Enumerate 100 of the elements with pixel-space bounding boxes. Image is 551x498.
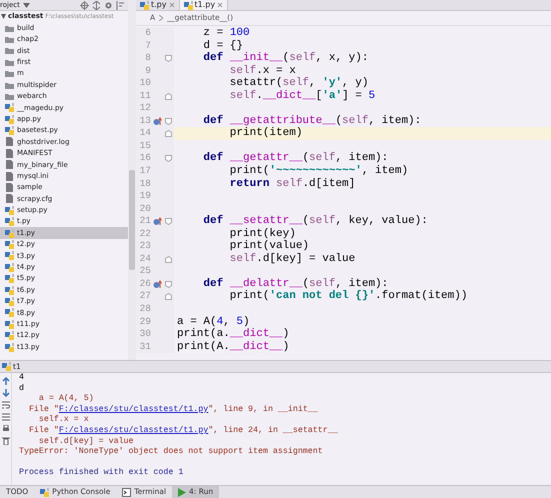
- console-line: a = A(4, 5): [38, 394, 95, 405]
- console-line: d: [19, 384, 25, 394]
- fold-icon[interactable]: [164, 92, 172, 100]
- code-line: print(value): [228, 240, 310, 253]
- python-file-icon: [5, 286, 14, 295]
- fold-icon[interactable]: [164, 280, 172, 288]
- fold-icon[interactable]: [164, 218, 172, 225]
- line-number: 31: [138, 340, 151, 354]
- code-line: print(A.__dict__): [176, 340, 290, 354]
- line-number: 29: [138, 316, 151, 328]
- fold-icon[interactable]: [164, 130, 172, 138]
- scroll-icon[interactable]: [2, 413, 10, 421]
- line-number: 24: [138, 252, 151, 266]
- code-line: setattr(self, 'y', y): [228, 77, 368, 90]
- python-file-icon: [5, 217, 14, 226]
- dropdown-icon[interactable]: [22, 2, 30, 8]
- line-number: 23: [138, 240, 151, 253]
- line-number: 18: [138, 178, 151, 190]
- python-file-icon: [5, 206, 14, 215]
- fold-icon[interactable]: [164, 293, 172, 300]
- line-number: 13: [138, 114, 151, 128]
- python-file-icon: [2, 362, 11, 371]
- fold-icon[interactable]: [164, 155, 172, 162]
- python-file-icon: [140, 0, 149, 10]
- line-number: 15: [138, 140, 151, 152]
- python-file-icon: [5, 342, 14, 352]
- python-icon: [40, 488, 50, 496]
- code-line: def __delattr__(self, item):: [202, 278, 388, 290]
- code-line: d = {}: [202, 40, 244, 52]
- code-line: def __init__(self, x, y):: [202, 52, 368, 65]
- python-file-icon: [5, 114, 14, 124]
- down-arrow-icon[interactable]: [2, 389, 10, 397]
- line-number: 7: [144, 40, 151, 52]
- code-line: def __getattr__(self, item):: [202, 152, 388, 165]
- override-icon[interactable]: [152, 280, 162, 289]
- code-line: a = A(4, 5): [176, 316, 250, 328]
- python-file-icon: [5, 251, 14, 260]
- line-number: 22: [138, 228, 151, 240]
- code-line: self.d[key] = value: [228, 252, 356, 266]
- console-line: self.d[key] = value: [38, 436, 135, 447]
- play-icon: [178, 488, 186, 496]
- python-file-icon: [5, 274, 14, 284]
- settings-icon[interactable]: [104, 0, 113, 10]
- console-line: File "F:/classes/stu/classtest/t1.py", line 9, in __init__: [28, 404, 319, 415]
- expand-icon[interactable]: [1, 14, 6, 20]
- hide-icon[interactable]: [116, 0, 125, 10]
- line-number: 17: [138, 165, 151, 178]
- fold-icon[interactable]: [164, 54, 172, 62]
- fold-icon[interactable]: [164, 118, 172, 125]
- line-number: 27: [138, 290, 151, 304]
- line-number: 19: [138, 190, 151, 203]
- override-icon[interactable]: [152, 216, 162, 226]
- terminal-icon: [122, 488, 132, 496]
- console-line: TypeError: 'NoneType' object does not support item assignment: [19, 447, 324, 458]
- python-file-icon: [5, 320, 14, 329]
- python-file-icon: [5, 240, 14, 249]
- file-link[interactable]: F:/classes/stu/classtest/t1.py: [58, 426, 208, 435]
- line-number: 11: [138, 90, 151, 102]
- code-line: print(item): [228, 127, 302, 140]
- up-arrow-icon[interactable]: [2, 377, 10, 385]
- fold-icon[interactable]: [164, 256, 172, 263]
- chevron-icon: [159, 15, 164, 21]
- python-file-icon: [5, 308, 14, 318]
- python-file-icon: [5, 228, 14, 238]
- close-icon[interactable]: [168, 2, 174, 8]
- line-number: 8: [144, 52, 151, 65]
- console-line: File "F:/classes/stu/classtest/t1.py", line 24, in __setattr__: [28, 426, 338, 437]
- trash-icon[interactable]: [2, 437, 10, 445]
- console-line: 4: [19, 373, 25, 384]
- python-file-icon: [5, 262, 14, 272]
- file-link[interactable]: F:/classes/stu/classtest/t1.py: [58, 404, 208, 414]
- target-icon[interactable]: [80, 0, 89, 10]
- line-number: 26: [138, 278, 151, 290]
- editor-tab[interactable]: t1.py: [180, 0, 228, 10]
- code-line: z = 100: [202, 27, 250, 40]
- override-icon[interactable]: [152, 116, 162, 126]
- close-icon[interactable]: [217, 2, 224, 8]
- line-number: 14: [138, 127, 151, 140]
- python-file-icon: [5, 103, 14, 112]
- code-line: return self.d[item]: [228, 178, 356, 190]
- code-line: def __getattribute__(self, item):: [202, 114, 422, 127]
- code-line: print('~~~~~~~~~~~~', item): [228, 165, 408, 178]
- line-number: 30: [138, 328, 151, 341]
- console-line: Process finished with exit code 1: [19, 468, 184, 479]
- code-line: def __setattr__(self, key, value):: [202, 215, 428, 228]
- line-number: 20: [138, 202, 151, 216]
- code-line: print(key): [228, 228, 296, 240]
- wrap-icon[interactable]: [2, 401, 10, 409]
- python-file-icon: [5, 296, 14, 306]
- collapse-icon[interactable]: [92, 0, 101, 10]
- code-line: print(a.__dict__): [176, 328, 290, 341]
- code-line: print('can not del {}'.format(item)): [228, 290, 468, 304]
- console-line: self.x = x: [38, 415, 90, 426]
- scrollbar-thumb[interactable]: [129, 170, 135, 270]
- print-icon[interactable]: [2, 425, 10, 433]
- code-line: self.__dict__['a'] = 5: [228, 90, 376, 102]
- python-file-icon: [5, 331, 14, 340]
- line-number: 6: [144, 27, 151, 40]
- line-number: 9: [144, 64, 151, 78]
- editor-tab[interactable]: t.py: [136, 0, 180, 10]
